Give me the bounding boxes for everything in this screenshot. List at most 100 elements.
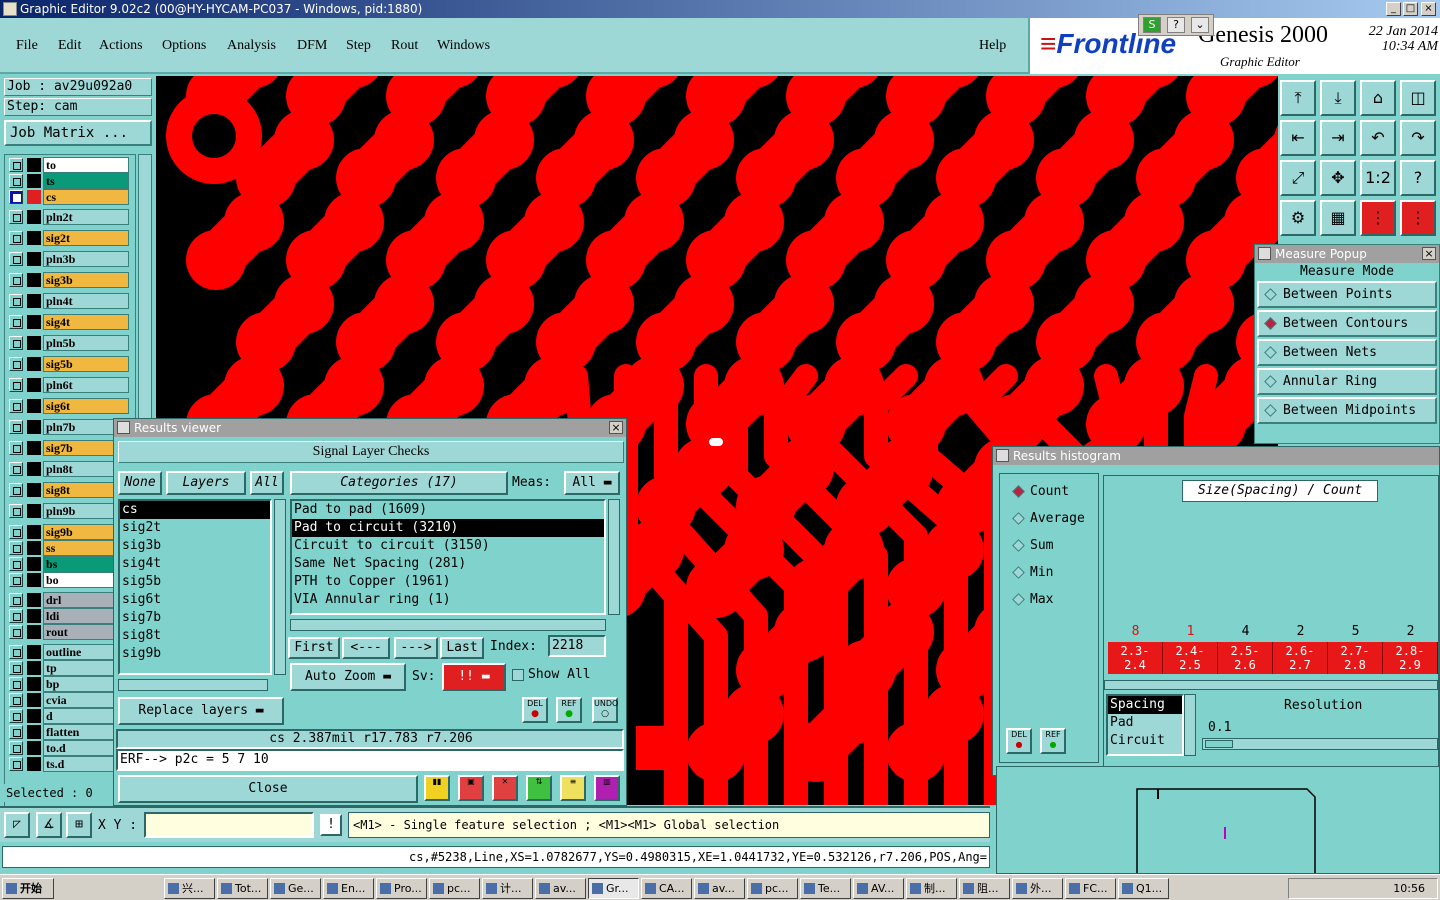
layer-name[interactable]: to bbox=[43, 157, 129, 173]
all-button[interactable]: All bbox=[250, 471, 284, 495]
layer-name[interactable]: sig2t bbox=[43, 230, 129, 246]
layer-swatch[interactable] bbox=[27, 315, 41, 329]
histogram-option[interactable]: Min bbox=[1010, 563, 1053, 583]
compare-icon[interactable]: ⇅ bbox=[526, 775, 552, 801]
maximize-button[interactable]: □ bbox=[1403, 2, 1418, 16]
layer-swatch[interactable] bbox=[27, 420, 41, 434]
layer-checkbox[interactable] bbox=[9, 741, 23, 755]
none-button[interactable]: None bbox=[118, 471, 162, 495]
layer-name[interactable]: pln5b bbox=[43, 335, 129, 351]
layer-swatch[interactable] bbox=[27, 757, 41, 771]
layer-checkbox[interactable] bbox=[9, 399, 23, 413]
layer-swatch[interactable] bbox=[27, 573, 41, 587]
layer-row-bp[interactable]: bp bbox=[7, 676, 129, 692]
histogram-icon[interactable]: ▥ bbox=[594, 775, 620, 801]
layer-row-pln9b[interactable]: pln9b bbox=[7, 503, 129, 519]
settings-icon[interactable]: ⚙ bbox=[1280, 200, 1316, 236]
layer-name[interactable]: cs bbox=[43, 189, 129, 205]
layer-checkbox[interactable] bbox=[9, 336, 23, 350]
hist-del-button[interactable]: DEL ● bbox=[1006, 728, 1032, 754]
layer-checkbox[interactable] bbox=[9, 693, 23, 707]
layer-row-sig7b[interactable]: sig7b bbox=[7, 440, 129, 456]
house-icon[interactable]: ⌂ bbox=[1360, 80, 1396, 116]
type-list-scrollbar[interactable] bbox=[1184, 694, 1196, 756]
layer-checkbox[interactable] bbox=[9, 462, 23, 476]
result-layer-item[interactable]: sig3b bbox=[120, 537, 270, 555]
result-layer-item[interactable]: sig5b bbox=[120, 573, 270, 591]
layer-checkbox[interactable] bbox=[9, 661, 23, 675]
layer-row-cs[interactable]: cs bbox=[7, 189, 129, 205]
histogram-type-item[interactable]: Circuit bbox=[1108, 732, 1182, 750]
taskbar-item[interactable]: av... bbox=[694, 878, 745, 899]
histogram-option[interactable]: Max bbox=[1010, 590, 1053, 610]
result-layer-item[interactable]: cs bbox=[120, 501, 270, 519]
layer-checkbox[interactable] bbox=[9, 420, 23, 434]
replace-layers-button[interactable]: Replace layers ▬ bbox=[118, 697, 284, 725]
layer-name[interactable]: pln3b bbox=[43, 251, 129, 267]
layer-name[interactable]: pln2t bbox=[43, 209, 129, 225]
undo-view-icon[interactable]: ↶ bbox=[1360, 120, 1396, 156]
layer-row-sig8t[interactable]: sig8t bbox=[7, 482, 129, 498]
zoom-center-icon[interactable]: ✥ bbox=[1320, 160, 1356, 196]
layer-checkbox[interactable] bbox=[9, 609, 23, 623]
layer-row-sig4t[interactable]: sig4t bbox=[7, 314, 129, 330]
result-layer-item[interactable]: sig2t bbox=[120, 519, 270, 537]
taskbar-item[interactable]: 阻... bbox=[959, 878, 1010, 899]
layer-row-tp[interactable]: tp bbox=[7, 660, 129, 676]
layer-checkbox[interactable] bbox=[9, 709, 23, 723]
measure-option[interactable]: Between Points bbox=[1257, 281, 1437, 308]
menu-analysis[interactable]: Analysis bbox=[227, 38, 276, 54]
layer-swatch[interactable] bbox=[27, 252, 41, 266]
layer-name[interactable]: sig4t bbox=[43, 314, 129, 330]
menu-help[interactable]: Help bbox=[979, 38, 1006, 54]
layer-checkbox[interactable] bbox=[9, 557, 23, 571]
measure-option[interactable]: Between Contours bbox=[1257, 310, 1437, 337]
lamp-icon[interactable]: ▮▮ bbox=[424, 775, 450, 801]
histogram-type-item[interactable]: Spacing bbox=[1108, 696, 1182, 714]
angle-tool-icon[interactable]: ∡ bbox=[36, 812, 62, 838]
layer-swatch[interactable] bbox=[27, 625, 41, 639]
layer-row-ldi[interactable]: ldi bbox=[7, 608, 129, 624]
taskbar-item[interactable]: CA... bbox=[641, 878, 692, 899]
layer-name[interactable]: sig3b bbox=[43, 272, 129, 288]
measure-option[interactable]: Between Midpoints bbox=[1257, 397, 1437, 424]
layer-row-to.d[interactable]: to.d bbox=[7, 740, 129, 756]
job-matrix-button[interactable]: Job Matrix ... bbox=[4, 120, 152, 146]
layer-swatch[interactable] bbox=[27, 709, 41, 723]
close-icon[interactable]: × bbox=[1422, 247, 1436, 260]
histogram-bin[interactable]: 2.5- 2.6 bbox=[1218, 642, 1273, 674]
measure-option[interactable]: Between Nets bbox=[1257, 339, 1437, 366]
close-button[interactable]: × bbox=[1421, 2, 1436, 16]
check-category-item[interactable]: Pad to pad (1609) bbox=[292, 501, 604, 519]
result-layer-item[interactable]: sig6t bbox=[120, 591, 270, 609]
layer-row-sig5b[interactable]: sig5b bbox=[7, 356, 129, 372]
layer-checkbox[interactable] bbox=[9, 190, 23, 204]
check-category-item[interactable]: Pad to circuit (3210) bbox=[292, 519, 604, 537]
layer-row-cvia[interactable]: cvia bbox=[7, 692, 129, 708]
taskbar-item[interactable]: 制... bbox=[906, 878, 957, 899]
xy-input[interactable] bbox=[144, 812, 314, 838]
layer-swatch[interactable] bbox=[27, 294, 41, 308]
layer-checkbox[interactable] bbox=[9, 625, 23, 639]
resolution-slider-thumb[interactable] bbox=[1205, 740, 1233, 748]
close-icon[interactable]: × bbox=[609, 421, 623, 434]
undo-button[interactable]: UNDO ○ bbox=[592, 697, 618, 723]
layer-swatch[interactable] bbox=[27, 190, 41, 204]
taskbar-item[interactable]: 计... bbox=[482, 878, 533, 899]
layer-row-flatten[interactable]: flatten bbox=[7, 724, 129, 740]
layer-row-ss[interactable]: ss bbox=[7, 540, 129, 556]
histogram-type-item[interactable]: Pad bbox=[1108, 714, 1182, 732]
layer-row-drl[interactable]: drl bbox=[7, 592, 129, 608]
histogram-option[interactable]: Count bbox=[1010, 482, 1069, 502]
taskbar-item[interactable]: 外... bbox=[1012, 878, 1063, 899]
histogram-scrollbar[interactable] bbox=[1104, 680, 1438, 690]
layer-row-sig2t[interactable]: sig2t bbox=[7, 230, 129, 246]
zoom-fit-icon[interactable]: ⤢ bbox=[1280, 160, 1316, 196]
layer-swatch[interactable] bbox=[27, 645, 41, 659]
layer-row-bs[interactable]: bs bbox=[7, 556, 129, 572]
layer-checkbox[interactable] bbox=[9, 541, 23, 555]
layer-swatch[interactable] bbox=[27, 593, 41, 607]
mini-overview[interactable] bbox=[996, 766, 1440, 874]
taskbar-item[interactable]: Q1... bbox=[1118, 878, 1169, 899]
histogram-type-list[interactable]: Spacing Pad Circuit bbox=[1106, 694, 1184, 756]
